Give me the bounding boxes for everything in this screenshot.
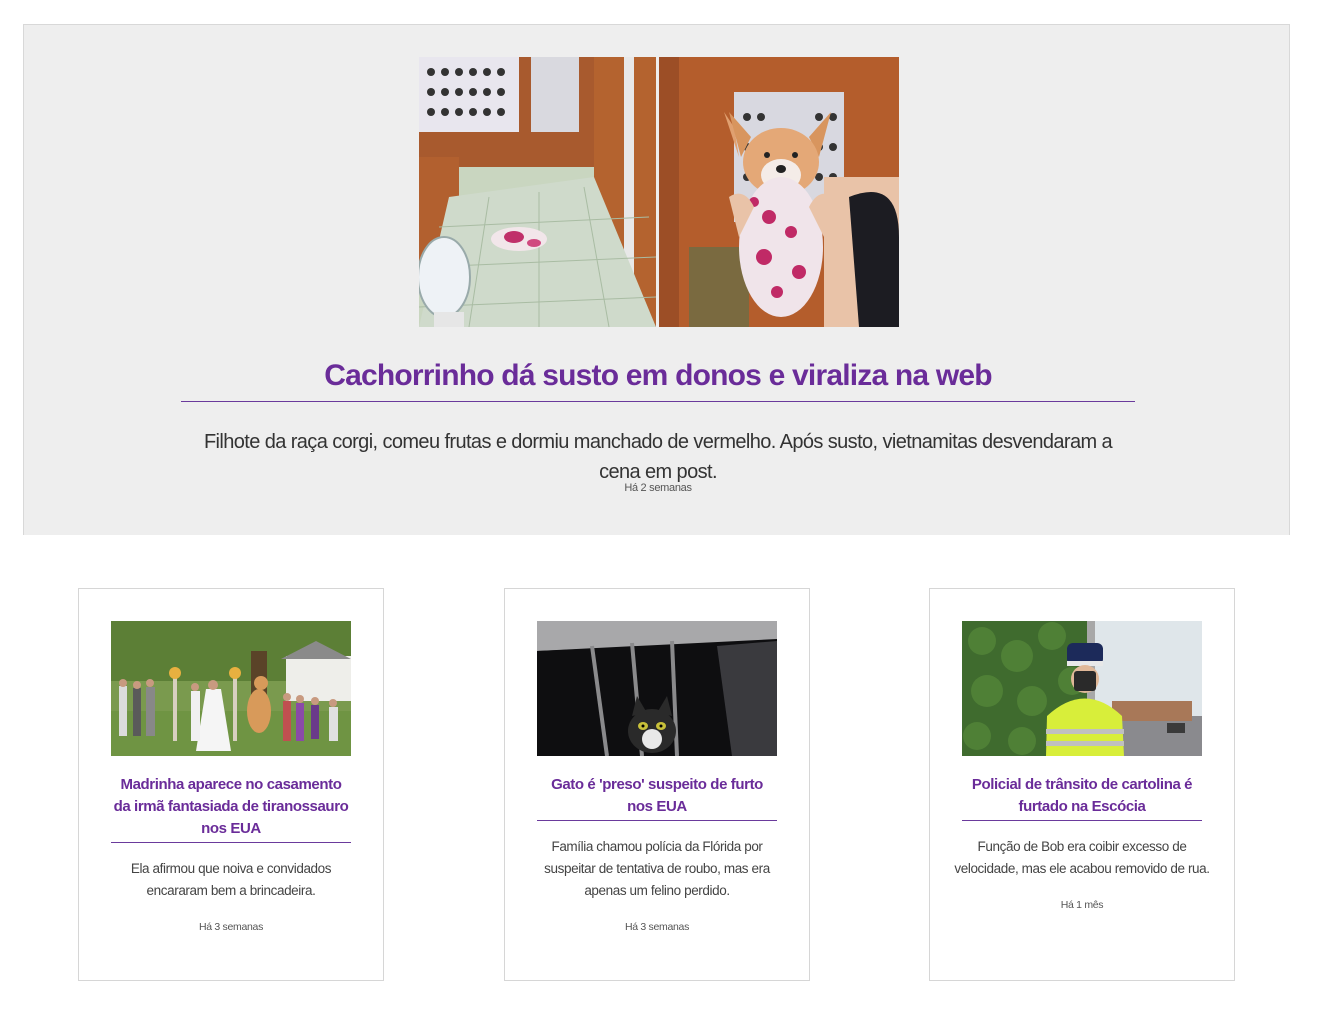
featured-timestamp: Há 2 semanas	[624, 482, 692, 494]
card-photo-cat-in-police-car	[537, 621, 777, 756]
card-timestamp: Há 3 semanas	[624, 921, 690, 933]
news-card: Madrinha aparece no casamento da irmã fa…	[78, 588, 384, 981]
card-timestamp: Há 1 mês	[1060, 899, 1104, 911]
featured-photo-corgi-held	[659, 57, 899, 327]
card-image-link[interactable]	[111, 621, 351, 756]
featured-summary: Filhote da raça corgi, comeu frutas e do…	[203, 431, 1113, 483]
news-card: Policial de trânsito de cartolina é furt…	[929, 588, 1235, 981]
card-image-link[interactable]	[962, 621, 1202, 756]
featured-image-link[interactable]	[419, 57, 899, 327]
card-summary: Família chamou polícia da Flórida por su…	[544, 839, 770, 898]
card-image-link[interactable]	[537, 621, 777, 756]
card-summary: Função de Bob era coibir excesso de velo…	[954, 839, 1210, 876]
card-summary: Ela afirmou que noiva e convidados encar…	[130, 861, 332, 898]
card-headline-link[interactable]: Madrinha aparece no casamento da irmã fa…	[111, 774, 351, 843]
card-photo-cardboard-police	[962, 621, 1202, 756]
card-headline-link[interactable]: Gato é 'preso' suspeito de furto nos EUA	[537, 774, 777, 821]
featured-photo-dog-on-floor	[419, 57, 656, 327]
news-card: Gato é 'preso' suspeito de furto nos EUA…	[504, 588, 810, 981]
card-timestamp: Há 3 semanas	[198, 921, 264, 933]
news-page: Cachorrinho dá susto em donos e viraliza…	[0, 0, 1328, 1016]
card-photo-wedding	[111, 621, 351, 756]
featured-headline-link[interactable]: Cachorrinho dá susto em donos e viraliza…	[181, 355, 1135, 402]
featured-story: Cachorrinho dá susto em donos e viraliza…	[23, 24, 1290, 535]
card-headline-link[interactable]: Policial de trânsito de cartolina é furt…	[962, 774, 1202, 821]
